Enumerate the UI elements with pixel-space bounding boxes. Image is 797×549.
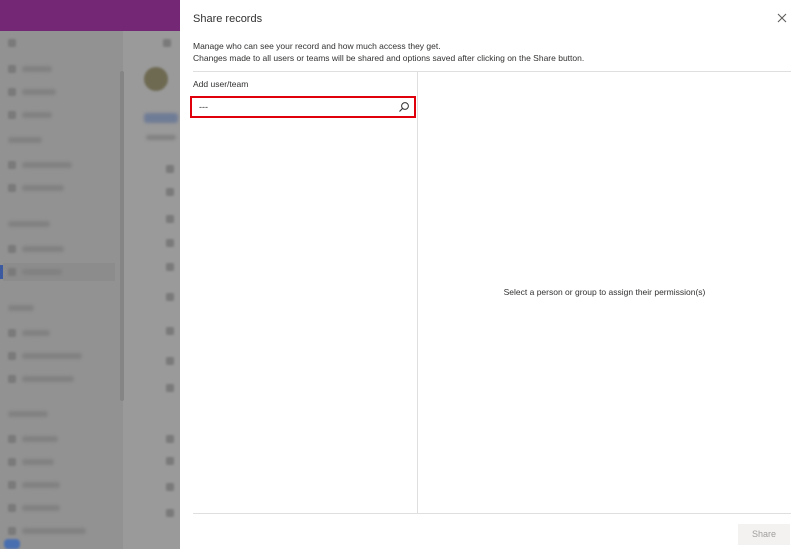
share-records-dialog: Share records Manage who can see your re… — [180, 0, 797, 549]
user-team-search-input[interactable] — [194, 100, 399, 114]
sidebar-item — [22, 185, 64, 191]
sidebar-item — [22, 459, 54, 465]
dialog-description: Manage who can see your record and how m… — [193, 40, 584, 64]
sidebar-item — [22, 436, 58, 442]
background-icon — [166, 165, 174, 173]
sidebar-item — [22, 162, 72, 168]
background-scrollbar — [120, 71, 124, 401]
sidebar-group-header — [8, 137, 42, 143]
sidebar-item — [22, 66, 52, 72]
close-button[interactable] — [775, 11, 789, 25]
bottom-divider — [193, 513, 791, 514]
sidebar-group-header — [8, 221, 50, 227]
home-icon — [8, 65, 16, 73]
background-icon — [166, 457, 174, 465]
menu-icon — [8, 39, 16, 47]
background-text — [146, 135, 176, 140]
sidebar-item — [22, 482, 60, 488]
quotes-icon — [8, 435, 16, 443]
accounts-icon — [8, 245, 16, 253]
background-icon — [163, 39, 171, 47]
pinned-icon — [8, 111, 16, 119]
description-line-1: Manage who can see your record and how m… — [193, 41, 441, 51]
activities-icon — [8, 184, 16, 192]
permission-empty-message: Select a person or group to assign their… — [503, 287, 706, 297]
sales-literature-icon — [8, 527, 16, 535]
sidebar-item — [22, 505, 60, 511]
sidebar-item — [22, 528, 86, 534]
add-user-team-label: Add user/team — [193, 79, 249, 89]
contacts-icon — [8, 268, 16, 276]
opportunities-icon — [8, 352, 16, 360]
dialog-title: Share records — [193, 13, 263, 25]
sidebar-item — [22, 112, 52, 118]
background-icon — [166, 357, 174, 365]
sidebar-item — [22, 269, 62, 275]
background-icon — [166, 239, 174, 247]
recent-icon — [8, 88, 16, 96]
search-icon[interactable] — [398, 101, 410, 113]
background-icon — [166, 188, 174, 196]
share-button[interactable]: Share — [738, 524, 790, 545]
background-icon — [166, 483, 174, 491]
background-icon — [166, 293, 174, 301]
sidebar-item — [22, 330, 50, 336]
user-team-pane: Add user/team — [190, 72, 418, 513]
area-switcher — [4, 539, 20, 549]
sidebar-item — [22, 89, 56, 95]
selected-accent — [0, 265, 3, 279]
leads-icon — [8, 329, 16, 337]
dashboard-icon — [8, 161, 16, 169]
sidebar-group-header — [8, 305, 34, 311]
background-icon — [166, 263, 174, 271]
sidebar-item — [22, 353, 82, 359]
sidebar-item — [22, 246, 64, 252]
background-icon — [166, 384, 174, 392]
background-icon — [166, 215, 174, 223]
background-icon — [166, 435, 174, 443]
invoices-icon — [8, 481, 16, 489]
background-tab — [144, 113, 178, 123]
background-sidebar — [0, 31, 123, 549]
orders-icon — [8, 458, 16, 466]
background-icon — [166, 509, 174, 517]
close-icon — [777, 13, 787, 23]
description-line-2: Changes made to all users or teams will … — [193, 53, 585, 63]
user-team-search-box[interactable] — [190, 96, 416, 118]
background-app — [0, 31, 180, 549]
sidebar-item — [22, 376, 74, 382]
sidebar-group-header — [8, 411, 48, 417]
products-icon — [8, 504, 16, 512]
avatar — [144, 67, 168, 91]
background-icon — [166, 327, 174, 335]
competitors-icon — [8, 375, 16, 383]
